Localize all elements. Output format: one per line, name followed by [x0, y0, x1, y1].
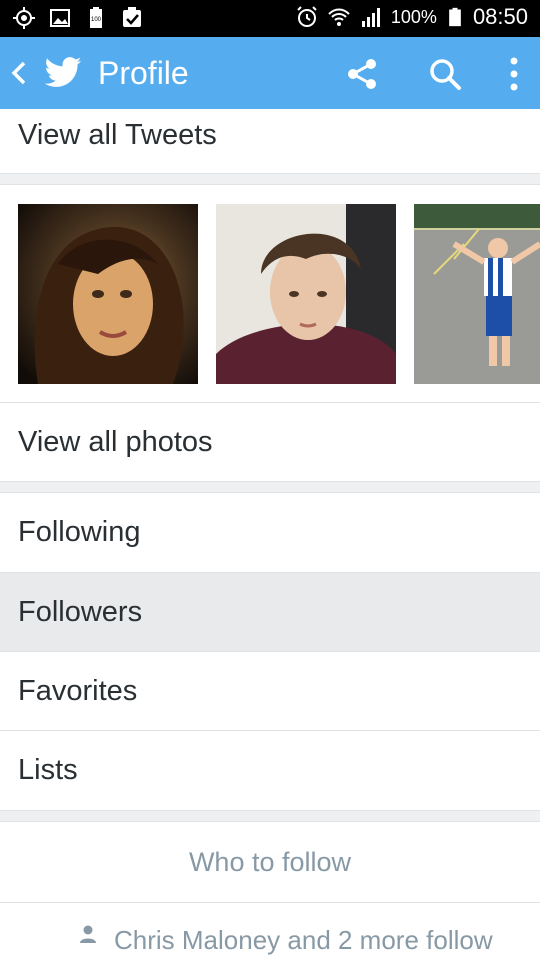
- photo-thumbnail[interactable]: [18, 204, 198, 384]
- divider: [0, 810, 540, 811]
- divider: [0, 173, 540, 174]
- menu-item-label: Followers: [18, 595, 143, 628]
- search-icon[interactable]: [428, 57, 464, 91]
- menu-item-favorites[interactable]: Favorites: [0, 652, 540, 730]
- who-to-follow-header[interactable]: Who to follow: [0, 822, 540, 902]
- photo-strip: [0, 185, 540, 402]
- menu-item-label: Lists: [18, 754, 78, 786]
- more-vert-icon[interactable]: [502, 55, 526, 93]
- menu-item-label: Favorites: [18, 674, 138, 707]
- back-icon: [11, 61, 26, 85]
- battery-saver-label: 100: [91, 17, 102, 23]
- checkbox-icon: [123, 7, 141, 27]
- view-all-tweets-label: View all Tweets: [18, 119, 217, 151]
- twitter-bird-icon[interactable]: [42, 53, 84, 93]
- divider: [0, 481, 540, 482]
- portrait-photo: [18, 204, 198, 384]
- battery-icon: [449, 7, 461, 27]
- wifi-icon: [328, 8, 350, 26]
- signal-icon: [361, 8, 380, 27]
- gallery-icon: [50, 9, 70, 27]
- menu-item-label: Following: [18, 516, 141, 548]
- status-bar: 100 100% 08:50: [0, 0, 540, 37]
- who-to-follow-label: Who to follow: [188, 846, 352, 877]
- back-button[interactable]: [6, 55, 32, 91]
- photo-thumbnail[interactable]: [414, 204, 540, 384]
- clock: 08:50: [472, 4, 528, 29]
- menu-item-followers[interactable]: Followers: [0, 573, 540, 651]
- view-all-tweets[interactable]: View all Tweets: [0, 109, 540, 173]
- gps-icon: [13, 7, 35, 29]
- alarm-icon: [297, 6, 317, 27]
- person-icon: [80, 925, 96, 943]
- child-photo: [414, 204, 540, 384]
- menu-item-lists[interactable]: Lists: [0, 731, 540, 810]
- social-context-text: Chris Maloney and 2 more follow: [114, 925, 493, 955]
- menu-item-following[interactable]: Following: [0, 493, 540, 572]
- social-context[interactable]: Chris Maloney and 2 more follow: [0, 903, 540, 960]
- view-all-photos[interactable]: View all photos: [0, 403, 540, 481]
- share-icon[interactable]: [344, 57, 380, 91]
- photo-thumbnail[interactable]: [216, 204, 396, 384]
- view-all-photos-label: View all photos: [18, 425, 213, 458]
- battery-saver-icon: 100: [90, 7, 102, 28]
- portrait-photo: [216, 204, 396, 384]
- app-bar: Profile: [0, 37, 540, 109]
- page-title: Profile: [98, 55, 189, 91]
- battery-level: 100%: [390, 6, 437, 27]
